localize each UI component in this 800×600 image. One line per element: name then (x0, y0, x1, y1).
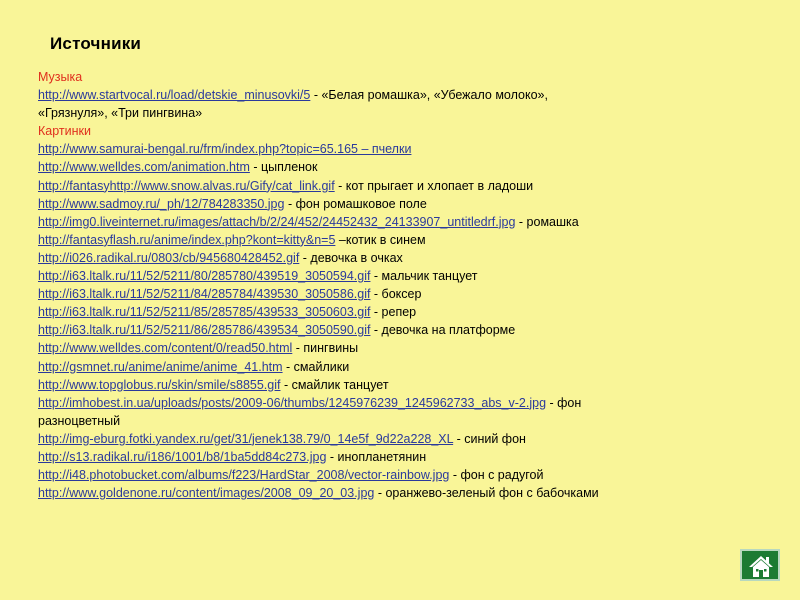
source-desc: - кот прыгает и хлопает в ладоши (334, 178, 534, 193)
source-link[interactable]: http://imhobest.in.ua/uploads/posts/2009… (38, 396, 546, 410)
source-desc: - пингвины (292, 341, 359, 356)
source-desc-continued: разноцветный (38, 413, 121, 428)
sources-list: Музыка http://www.startvocal.ru/load/det… (38, 68, 758, 502)
source-desc: - смайлик танцует (280, 377, 389, 392)
source-desc: - репер (370, 305, 417, 320)
source-desc: - мальчик танцует (370, 269, 478, 284)
list-item: http://i48.photobucket.com/albums/f223/H… (38, 466, 758, 484)
source-link[interactable]: http://i48.photobucket.com/albums/f223/H… (38, 468, 449, 482)
list-item: http://img-eburg.fotki.yandex.ru/get/31/… (38, 430, 758, 448)
list-item: http://gsmnet.ru/anime/anime/anime_41.ht… (38, 358, 758, 376)
source-desc: - смайлики (282, 359, 350, 374)
list-item: http://fantasyhttp://www.snow.alvas.ru/G… (38, 177, 758, 195)
source-desc: - ромашка (515, 214, 579, 229)
source-link[interactable]: http://img0.liveinternet.ru/images/attac… (38, 215, 515, 229)
section-label-pictures: Картинки (38, 124, 91, 139)
list-item: http://s13.radikal.ru/i186/1001/b8/1ba5d… (38, 448, 758, 466)
list-item: http://www.goldenone.ru/content/images/2… (38, 484, 758, 502)
source-link[interactable]: http://fantasyflash.ru/anime/index.php?k… (38, 233, 335, 247)
page-title: Источники (50, 34, 142, 53)
source-link[interactable]: http://i63.ltalk.ru/11/52/5211/80/285780… (38, 269, 370, 283)
list-item: http://imhobest.in.ua/uploads/posts/2009… (38, 394, 758, 412)
source-desc: - фон с радугой (449, 468, 544, 483)
list-item: http://i63.ltalk.ru/11/52/5211/85/285785… (38, 303, 758, 321)
list-item: http://i63.ltalk.ru/11/52/5211/84/285784… (38, 285, 758, 303)
list-item: http://www.samurai-bengal.ru/frm/index.p… (38, 140, 758, 158)
source-desc: - оранжево-зеленый фон с бабочками (374, 486, 599, 501)
source-link[interactable]: http://i026.radikal.ru/0803/cb/945680428… (38, 251, 299, 265)
source-link[interactable]: http://www.welldes.com/animation.htm (38, 160, 250, 174)
home-icon (749, 556, 773, 577)
source-link[interactable]: http://www.welldes.com/content/0/read50.… (38, 341, 292, 355)
source-link[interactable]: http://fantasyhttp://www.snow.alvas.ru/G… (38, 179, 335, 193)
list-item: http://i026.radikal.ru/0803/cb/945680428… (38, 249, 758, 267)
source-desc: - фон (546, 395, 582, 410)
source-link[interactable]: http://i63.ltalk.ru/11/52/5211/85/285785… (38, 305, 370, 319)
list-item: http://fantasyflash.ru/anime/index.php?k… (38, 231, 758, 249)
list-item: http://www.startvocal.ru/load/detskie_mi… (38, 86, 758, 104)
source-desc: - синий фон (453, 431, 526, 446)
source-desc: - девочка на платформе (370, 323, 516, 338)
list-item: http://www.welldes.com/content/0/read50.… (38, 339, 758, 357)
source-link[interactable]: http://www.sadmoy.ru/_ph/12/784283350.jp… (38, 197, 284, 211)
source-link[interactable]: http://gsmnet.ru/anime/anime/anime_41.ht… (38, 360, 283, 374)
source-desc-continued: «Грязнуля», «Три пингвина» (38, 106, 203, 121)
source-desc: - фон ромашковое поле (284, 196, 427, 211)
source-link[interactable]: http://i63.ltalk.ru/11/52/5211/84/285784… (38, 287, 370, 301)
list-item: http://www.topglobus.ru/skin/smile/s8855… (38, 376, 758, 394)
source-desc: - инопланетянин (326, 449, 427, 464)
source-desc: –котик в синем (335, 232, 426, 247)
source-desc: - боксер (370, 287, 422, 302)
source-desc: - девочка в очках (299, 250, 403, 265)
source-link[interactable]: http://www.goldenone.ru/content/images/2… (38, 486, 374, 500)
source-link[interactable]: http://img-eburg.fotki.yandex.ru/get/31/… (38, 432, 453, 446)
section-label-music: Музыка (38, 70, 83, 84)
source-desc: - «Белая ромашка», «Убежало молоко», (310, 88, 548, 103)
list-item: http://www.sadmoy.ru/_ph/12/784283350.jp… (38, 195, 758, 213)
source-link[interactable]: http://www.topglobus.ru/skin/smile/s8855… (38, 378, 280, 392)
list-item: http://i63.ltalk.ru/11/52/5211/80/285780… (38, 267, 758, 285)
source-link[interactable]: http://i63.ltalk.ru/11/52/5211/86/285786… (38, 323, 370, 337)
source-desc: - цыпленок (249, 160, 318, 175)
list-item: http://i63.ltalk.ru/11/52/5211/86/285786… (38, 321, 758, 339)
list-item: http://www.welldes.com/animation.htm - ц… (38, 158, 758, 176)
source-link[interactable]: http://www.startvocal.ru/load/detskie_mi… (38, 88, 310, 102)
slide: Источники Музыка http://www.startvocal.r… (0, 0, 800, 600)
list-item: http://img0.liveinternet.ru/images/attac… (38, 213, 758, 231)
source-link[interactable]: http://www.samurai-bengal.ru/frm/index.p… (38, 142, 411, 156)
home-button[interactable] (740, 549, 780, 581)
source-link[interactable]: http://s13.radikal.ru/i186/1001/b8/1ba5d… (38, 450, 326, 464)
